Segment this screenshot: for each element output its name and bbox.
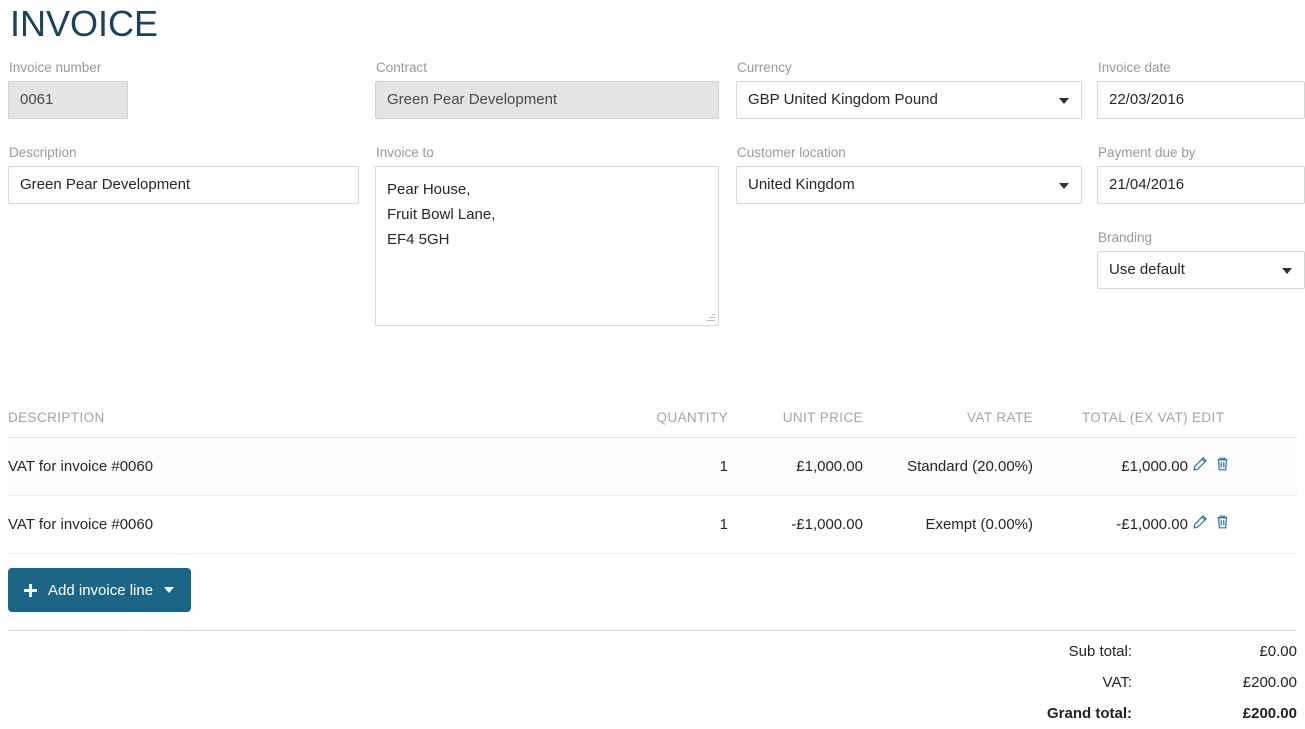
invoice-number-input: 0061 <box>8 81 128 119</box>
currency-select[interactable]: GBP United Kingdom Pound <box>736 81 1082 119</box>
field-branding: Branding Use default <box>1097 230 1305 289</box>
line-quantity: 1 <box>608 437 728 496</box>
chevron-down-icon <box>1059 183 1069 189</box>
invoice-to-textarea[interactable]: Pear House, Fruit Bowl Lane, EF4 5GH <box>375 166 719 326</box>
chevron-down-icon <box>164 587 175 593</box>
line-actions <box>1188 495 1297 554</box>
table-row: VAT for invoice #0060 1 -£1,000.00 Exemp… <box>8 495 1297 554</box>
delete-trash-icon[interactable] <box>1215 456 1231 473</box>
totals-row-grand-total: Grand total: £200.00 <box>952 698 1297 729</box>
invoice-date-label: Invoice date <box>1098 60 1171 75</box>
sub-total-label: Sub total: <box>1068 643 1132 660</box>
description-input[interactable]: Green Pear Development <box>8 166 359 204</box>
invoice-date-input[interactable]: 22/03/2016 <box>1097 81 1305 119</box>
totals-table: Sub total: £0.00 VAT: £200.00 Grand tota… <box>952 636 1297 729</box>
grand-total-value: £200.00 <box>1242 705 1297 722</box>
totals-row-sub-total: Sub total: £0.00 <box>952 636 1297 667</box>
column-header-vat-rate: VAT RATE <box>863 410 1033 438</box>
page-title: INVOICE <box>10 3 159 44</box>
line-total-ex-vat: -£1,000.00 <box>1033 495 1188 554</box>
line-unit-price: -£1,000.00 <box>728 495 863 554</box>
line-actions <box>1188 437 1297 496</box>
field-invoice-date: Invoice date 22/03/2016 <box>1097 60 1305 119</box>
plus-icon <box>24 583 37 597</box>
sub-total-value: £0.00 <box>1259 643 1297 660</box>
invoice-form: Invoice number 0061 Contract Green Pear … <box>8 60 1305 380</box>
vat-value: £200.00 <box>1242 674 1297 691</box>
invoice-page: INVOICE Invoice number 0061 Contract Gre… <box>0 0 1305 725</box>
currency-label: Currency <box>737 60 792 75</box>
invoice-to-label: Invoice to <box>376 145 434 160</box>
field-payment-due-by: Payment due by 21/04/2016 <box>1097 145 1305 204</box>
customer-location-selected-value: United Kingdom <box>748 176 855 193</box>
payment-due-by-input[interactable]: 21/04/2016 <box>1097 166 1305 204</box>
chevron-down-icon <box>1282 268 1292 274</box>
currency-selected-value: GBP United Kingdom Pound <box>748 91 938 108</box>
vat-label: VAT: <box>1102 674 1132 691</box>
line-description: VAT for invoice #0060 <box>8 495 608 554</box>
line-vat-rate: Exempt (0.00%) <box>863 495 1033 554</box>
invoice-lines-table: DESCRIPTION QUANTITY UNIT PRICE VAT RATE… <box>8 410 1297 554</box>
line-quantity: 1 <box>608 495 728 554</box>
resize-grip-icon[interactable] <box>704 311 716 323</box>
edit-pencil-icon[interactable] <box>1192 514 1208 531</box>
column-header-quantity: QUANTITY <box>608 410 728 438</box>
branding-label: Branding <box>1098 230 1153 245</box>
totals-section: Sub total: £0.00 VAT: £200.00 Grand tota… <box>8 636 1297 729</box>
add-invoice-line-button[interactable]: Add invoice line <box>8 568 192 612</box>
branding-select[interactable]: Use default <box>1097 251 1305 289</box>
totals-row-vat: VAT: £200.00 <box>952 667 1297 698</box>
line-vat-rate: Standard (20.00%) <box>863 437 1033 496</box>
line-unit-price: £1,000.00 <box>728 437 863 496</box>
grand-total-label: Grand total: <box>1047 705 1132 722</box>
customer-location-select[interactable]: United Kingdom <box>736 166 1082 204</box>
chevron-down-icon <box>1059 98 1069 104</box>
add-invoice-line-label: Add invoice line <box>48 581 154 599</box>
table-header-row: DESCRIPTION QUANTITY UNIT PRICE VAT RATE… <box>8 410 1297 438</box>
field-currency: Currency GBP United Kingdom Pound <box>736 60 1082 119</box>
column-header-total-ex-vat: TOTAL (EX VAT) <box>1033 410 1188 438</box>
field-invoice-number: Invoice number 0061 <box>8 60 128 119</box>
field-contract: Contract Green Pear Development <box>375 60 719 119</box>
payment-due-by-label: Payment due by <box>1098 145 1196 160</box>
invoice-number-label: Invoice number <box>9 60 102 75</box>
branding-selected-value: Use default <box>1109 261 1185 278</box>
contract-label: Contract <box>376 60 428 75</box>
add-line-row: Add invoice line <box>8 568 1297 631</box>
invoice-lines-section: DESCRIPTION QUANTITY UNIT PRICE VAT RATE… <box>8 410 1297 554</box>
line-total-ex-vat: £1,000.00 <box>1033 437 1188 496</box>
delete-trash-icon[interactable] <box>1215 514 1231 531</box>
column-header-unit-price: UNIT PRICE <box>728 410 863 438</box>
table-row: VAT for invoice #0060 1 £1,000.00 Standa… <box>8 437 1297 496</box>
field-invoice-to: Invoice to Pear House, Fruit Bowl Lane, … <box>375 145 719 326</box>
customer-location-label: Customer location <box>737 145 846 160</box>
contract-input: Green Pear Development <box>375 81 719 119</box>
line-description: VAT for invoice #0060 <box>8 437 608 496</box>
edit-pencil-icon[interactable] <box>1192 456 1208 473</box>
invoice-to-text: Pear House, Fruit Bowl Lane, EF4 5GH <box>387 181 496 248</box>
column-header-edit: EDIT <box>1188 410 1297 438</box>
field-customer-location: Customer location United Kingdom <box>736 145 1082 204</box>
description-label: Description <box>9 145 77 160</box>
field-description: Description Green Pear Development <box>8 145 359 204</box>
column-header-description: DESCRIPTION <box>8 410 608 438</box>
